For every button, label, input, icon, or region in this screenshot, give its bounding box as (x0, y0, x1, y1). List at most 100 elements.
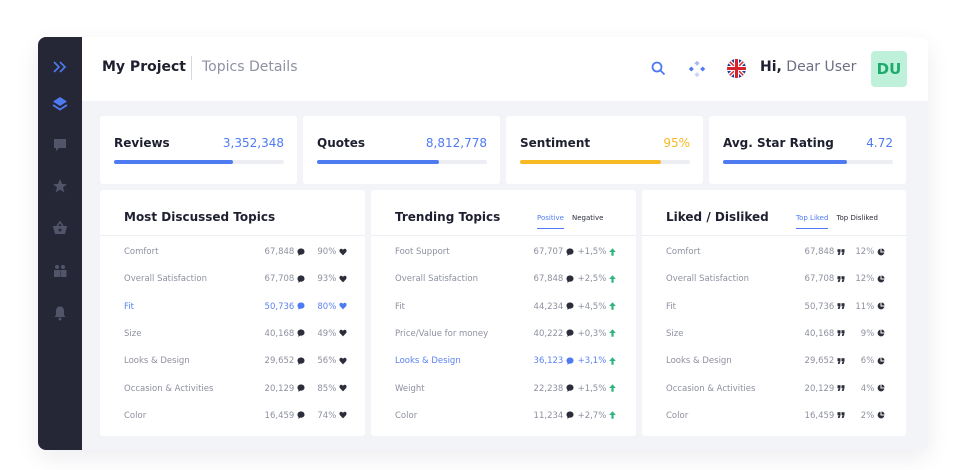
share-percentage: 4% (861, 384, 885, 394)
chat-icon (566, 411, 574, 420)
kpi-value: 95% (663, 136, 690, 150)
most-discussed-panel: Most Discussed Topics Comfort 67,848 90% … (100, 190, 365, 436)
pie-icon (877, 329, 885, 337)
topic-name: Occasion & Activities (124, 383, 214, 394)
panel-divider (371, 235, 636, 236)
title-divider (191, 56, 192, 80)
topic-name: Size (124, 328, 142, 339)
chat-icon (297, 357, 305, 365)
positive-percentage: 74% (317, 411, 347, 421)
list-item[interactable]: Overall Satisfaction 67,708 12% (642, 274, 906, 288)
percentage-text: 85% (317, 383, 337, 394)
pie-icon (877, 384, 885, 392)
list-item[interactable]: Size 40,168 9% (642, 329, 906, 343)
basket-icon[interactable] (50, 218, 70, 238)
list-item[interactable]: Fit 50,736 80% (100, 302, 365, 316)
mention-count: 67,848 (265, 247, 305, 257)
layers-icon[interactable] (50, 94, 70, 114)
mention-count: 29,652 (805, 356, 845, 366)
positive-percentage: 80% (317, 302, 347, 312)
mention-count: 50,736 (265, 302, 305, 312)
count-text: 67,708 (264, 274, 295, 285)
avatar[interactable]: DU (871, 51, 907, 87)
count-text: 20,129 (804, 383, 835, 394)
topic-name: Size (666, 328, 684, 339)
count-text: 44,234 (533, 301, 564, 312)
list-item[interactable]: Occasion & Activities 20,129 85% (100, 384, 365, 398)
kpi-label: Avg. Star Rating (723, 136, 834, 150)
change-text: +2,7% (577, 410, 607, 421)
quote-icon (837, 330, 845, 337)
percentage-text: 93% (317, 274, 337, 285)
list-item[interactable]: Overall Satisfaction 67,708 93% (100, 274, 365, 288)
bell-icon[interactable] (50, 303, 70, 323)
kpi-progress-fill (520, 160, 662, 164)
list-item[interactable]: Occasion & Activities 20,129 4% (642, 384, 906, 398)
quote-icon (837, 357, 845, 364)
app-window: My Project Topics Details Hi, Dear User … (38, 37, 928, 450)
heart-icon (339, 412, 347, 419)
count-text: 20,129 (264, 383, 295, 394)
search-icon[interactable] (651, 61, 666, 80)
count-text: 67,848 (804, 247, 835, 257)
mention-count: 29,652 (265, 356, 305, 366)
list-item[interactable]: Fit 50,736 11% (642, 302, 906, 316)
list-item[interactable]: Looks & Design 29,652 6% (642, 356, 906, 370)
pie-icon (877, 357, 885, 365)
star-icon[interactable] (50, 176, 70, 196)
chat-icon (566, 329, 574, 338)
tab-positive[interactable]: Positive (537, 214, 564, 229)
pie-icon (877, 411, 885, 419)
list-item[interactable]: Size 40,168 49% (100, 329, 365, 343)
list-item[interactable]: Comfort 67,848 12% (642, 247, 906, 261)
chat-icon[interactable] (50, 135, 70, 155)
arrow-up-icon (609, 329, 616, 338)
count-text: 67,848 (264, 247, 295, 257)
apps-icon[interactable] (688, 60, 706, 82)
list-item[interactable]: Foot Support 67,707 +1,5% (371, 247, 636, 261)
percentage-text: 11% (855, 301, 875, 312)
kpi-label: Sentiment (520, 136, 591, 150)
heart-icon (339, 357, 347, 365)
chat-icon (297, 248, 305, 256)
tab-top-disliked[interactable]: Top Disliked (836, 214, 877, 229)
topic-name: Looks & Design (124, 356, 190, 367)
main-area: My Project Topics Details Hi, Dear User … (82, 37, 928, 450)
list-item[interactable]: Price/Value for money 40,222 +0,3% (371, 329, 636, 343)
kpi-progress-fill (317, 160, 440, 164)
chevron-double-right-icon[interactable] (50, 57, 70, 77)
topic-name: Comfort (666, 247, 701, 257)
trend-change: +1,5% (578, 247, 616, 257)
list-item[interactable]: Looks & Design 36,123 +3,1% (371, 356, 636, 370)
positive-percentage: 49% (317, 329, 347, 339)
count-text: 50,736 (804, 301, 835, 312)
list-item[interactable]: Comfort 67,848 90% (100, 247, 365, 261)
trending-topics-panel: Trending Topics Positive Negative Foot S… (371, 190, 636, 436)
positive-percentage: 85% (317, 384, 347, 394)
trending-tabs: Positive Negative (537, 214, 603, 229)
kpi-card-sentiment: Sentiment 95% (506, 116, 703, 184)
list-item[interactable]: Looks & Design 29,652 56% (100, 356, 365, 370)
list-item[interactable]: Color 16,459 74% (100, 411, 365, 425)
users-icon[interactable] (50, 261, 70, 281)
pie-icon (877, 248, 885, 255)
mention-count: 50,736 (805, 302, 845, 312)
topic-name: Fit (666, 301, 676, 312)
list-item[interactable]: Weight 22,238 +1,5% (371, 384, 636, 398)
list-item[interactable]: Color 16,459 2% (642, 411, 906, 425)
mention-count: 67,707 (534, 247, 574, 257)
list-item[interactable]: Color 11,234 +2,7% (371, 411, 636, 425)
tab-top-liked[interactable]: Top Liked (796, 214, 829, 229)
count-text: 29,652 (264, 356, 295, 367)
topic-name: Weight (395, 383, 425, 394)
tab-negative[interactable]: Negative (572, 214, 603, 229)
list-item[interactable]: Fit 44,234 +4,5% (371, 302, 636, 316)
kpi-progress-track (317, 160, 487, 164)
topic-name: Overall Satisfaction (395, 274, 478, 285)
trend-change: +2,7% (578, 411, 616, 421)
share-percentage: 12% (855, 247, 885, 257)
quote-icon (837, 412, 845, 419)
list-item[interactable]: Overall Satisfaction 67,848 +2,5% (371, 274, 636, 288)
language-flag-icon[interactable] (727, 59, 746, 78)
share-percentage: 9% (861, 329, 885, 339)
